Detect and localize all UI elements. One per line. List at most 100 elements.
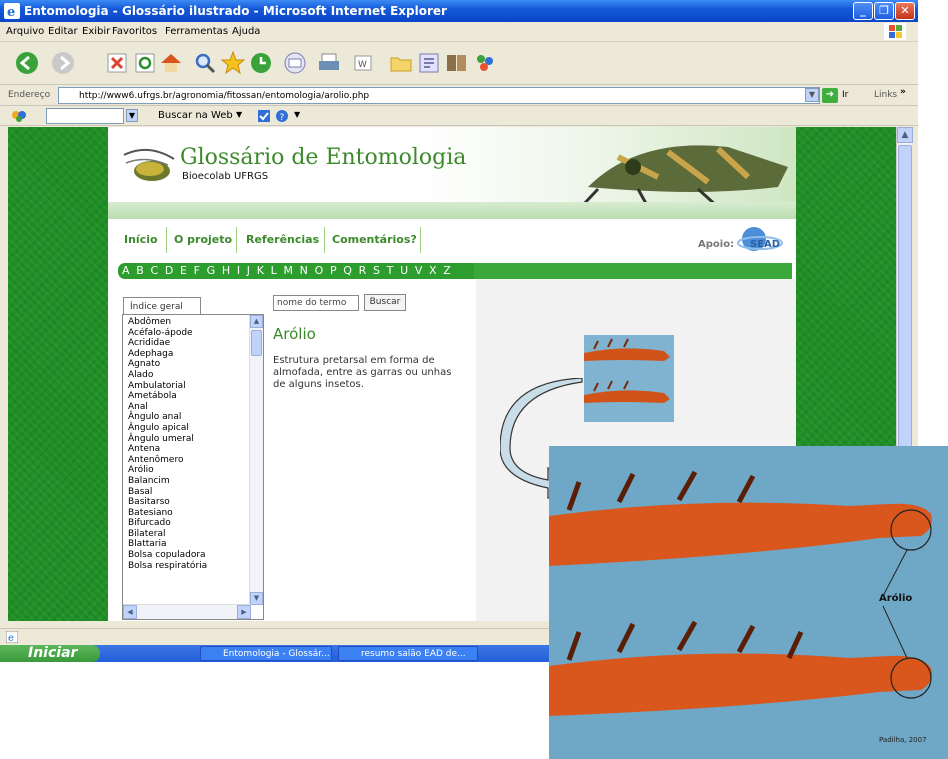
forward-icon[interactable] bbox=[50, 50, 76, 76]
back-icon[interactable] bbox=[14, 50, 40, 76]
index-item[interactable]: Blattaria bbox=[128, 539, 263, 550]
nav-separator bbox=[324, 227, 325, 253]
home-icon[interactable] bbox=[158, 50, 184, 76]
scroll-right-icon[interactable]: ▶ bbox=[237, 605, 251, 619]
term-title: Arólio bbox=[273, 325, 316, 343]
menu-favoritos[interactable]: Favoritos bbox=[112, 26, 157, 37]
index-item[interactable]: Arólio bbox=[128, 465, 263, 476]
nav-separator bbox=[420, 227, 421, 253]
index-item[interactable]: Abdômen bbox=[128, 317, 263, 328]
index-item[interactable]: Acéfalo-ápode bbox=[128, 328, 263, 339]
links-label[interactable]: Links bbox=[874, 90, 897, 100]
zoomed-detail-image: Arólio Padilha, 2007 bbox=[549, 446, 948, 759]
buscar-dropdown-icon[interactable]: ▼ bbox=[236, 110, 242, 119]
index-item[interactable]: Batesiano bbox=[128, 508, 263, 519]
page-scroll-up-icon[interactable]: ▲ bbox=[897, 127, 913, 143]
menu-ajuda[interactable]: Ajuda bbox=[232, 26, 260, 37]
buscar-na-web-button[interactable]: Buscar na Web bbox=[158, 110, 233, 121]
alphabet-bar-tail bbox=[474, 263, 792, 279]
address-dropdown-icon[interactable]: ▼ bbox=[805, 88, 819, 102]
nav-o-projeto[interactable]: O projeto bbox=[174, 233, 232, 246]
search-toolbar: ▼ Buscar na Web ▼ ? ▼ bbox=[0, 107, 918, 126]
index-item[interactable]: Bifurcado bbox=[128, 518, 263, 529]
users-icon[interactable] bbox=[472, 50, 498, 76]
scroll-down-icon[interactable]: ▼ bbox=[250, 592, 263, 605]
address-input[interactable]: http://www6.ufrgs.br/agronomia/fitossan/… bbox=[58, 87, 820, 104]
messenger-icon[interactable] bbox=[416, 50, 442, 76]
menu-bar: Arquivo Editar Exibir Favoritos Ferramen… bbox=[0, 22, 918, 42]
index-item[interactable]: Ambulatorial bbox=[128, 381, 263, 392]
index-item[interactable]: Ângulo umeral bbox=[128, 434, 263, 445]
scroll-left-icon[interactable]: ◀ bbox=[123, 605, 137, 619]
menu-ferramentas[interactable]: Ferramentas bbox=[165, 26, 228, 37]
nav-referencias[interactable]: Referências bbox=[246, 233, 319, 246]
research-icon[interactable] bbox=[444, 50, 470, 76]
index-item[interactable]: Antenômero bbox=[128, 455, 263, 466]
term-search-input[interactable]: nome do termo bbox=[273, 295, 359, 311]
index-item[interactable]: Basitarso bbox=[128, 497, 263, 508]
index-hscroll[interactable]: ◀ ▶ bbox=[123, 604, 251, 619]
menu-editar[interactable]: Editar bbox=[48, 26, 78, 37]
scroll-up-icon[interactable]: ▲ bbox=[250, 315, 263, 328]
task-resumo[interactable]: resumo salão EAD de... bbox=[338, 646, 478, 661]
highlight-icon[interactable] bbox=[258, 110, 270, 122]
index-item[interactable]: Ângulo apical bbox=[128, 423, 263, 434]
web-search-dropdown-icon[interactable]: ▼ bbox=[126, 109, 138, 122]
index-item[interactable]: Bolsa copuladora bbox=[128, 550, 263, 561]
index-item[interactable]: Bolsa respiratória bbox=[128, 561, 263, 572]
index-item[interactable]: Alado bbox=[128, 370, 263, 381]
index-item[interactable]: Balancim bbox=[128, 476, 263, 487]
nav-inicio[interactable]: Início bbox=[124, 233, 158, 246]
alphabet-links[interactable]: A B C D E F G H I J K L M N O P Q R S T … bbox=[122, 264, 452, 277]
index-tab[interactable]: Índice geral bbox=[123, 297, 201, 315]
site-subtitle: Bioecolab UFRGS bbox=[182, 171, 269, 182]
close-button[interactable]: ✕ bbox=[895, 2, 915, 20]
search-icon[interactable] bbox=[192, 50, 218, 76]
edit-icon[interactable]: W bbox=[350, 50, 376, 76]
index-list: Abdômen Acéfalo-ápode Acrididae Adephaga Agn… bbox=[123, 315, 263, 571]
go-label[interactable]: Ir bbox=[842, 90, 848, 100]
svg-text:e: e bbox=[7, 5, 15, 19]
stop-icon[interactable] bbox=[104, 50, 130, 76]
help-dropdown-icon[interactable]: ▼ bbox=[294, 110, 300, 119]
refresh-icon[interactable] bbox=[132, 50, 158, 76]
restore-button[interactable]: ❐ bbox=[874, 2, 894, 20]
menu-exibir[interactable]: Exibir bbox=[82, 26, 110, 37]
index-item[interactable]: Agnato bbox=[128, 359, 263, 370]
page-status-icon: e bbox=[6, 631, 18, 643]
index-vscroll[interactable]: ▲ ▼ bbox=[249, 315, 263, 605]
mail-icon[interactable] bbox=[282, 50, 308, 76]
index-item[interactable]: Anal bbox=[128, 402, 263, 413]
go-arrow-icon[interactable]: ➜ bbox=[822, 88, 838, 103]
folder-icon[interactable] bbox=[388, 50, 414, 76]
index-item[interactable]: Acrididae bbox=[128, 338, 263, 349]
index-item[interactable]: Ametábola bbox=[128, 391, 263, 402]
title-bar: e Entomologia - Glossário ilustrado - Mi… bbox=[0, 0, 918, 22]
help-icon[interactable]: ? bbox=[276, 110, 288, 122]
index-item[interactable]: Basal bbox=[128, 487, 263, 498]
windows-logo-icon bbox=[884, 23, 906, 40]
scroll-thumb[interactable] bbox=[251, 330, 262, 356]
nav-comentarios[interactable]: Comentários? bbox=[332, 233, 417, 246]
msn-butterfly-icon[interactable] bbox=[10, 109, 30, 123]
header-band bbox=[108, 202, 796, 219]
links-chevron-icon[interactable]: » bbox=[900, 87, 906, 97]
index-item[interactable]: Ângulo anal bbox=[128, 412, 263, 423]
index-listbox[interactable]: Abdômen Acéfalo-ápode Acrididae Adephaga Agn… bbox=[122, 314, 264, 620]
menu-arquivo[interactable]: Arquivo bbox=[6, 26, 44, 37]
insect-leg-thumbnail[interactable] bbox=[584, 335, 674, 422]
history-icon[interactable] bbox=[248, 50, 274, 76]
index-item[interactable]: Antena bbox=[128, 444, 263, 455]
window-title: Entomologia - Glossário ilustrado - Micr… bbox=[24, 4, 447, 18]
web-search-input[interactable] bbox=[46, 108, 124, 124]
buscar-button[interactable]: Buscar bbox=[364, 294, 406, 311]
start-button[interactable]: Iniciar bbox=[0, 645, 100, 662]
index-item[interactable]: Bilateral bbox=[128, 529, 263, 540]
main-toolbar: W bbox=[0, 43, 918, 85]
index-item[interactable]: Adephaga bbox=[128, 349, 263, 360]
print-icon[interactable] bbox=[316, 50, 342, 76]
sead-logo[interactable]: SEAD bbox=[736, 225, 784, 255]
favorites-icon[interactable] bbox=[220, 50, 246, 76]
task-entomologia[interactable]: Entomologia - Glossár... bbox=[200, 646, 332, 661]
minimize-button[interactable]: _ bbox=[853, 2, 873, 20]
